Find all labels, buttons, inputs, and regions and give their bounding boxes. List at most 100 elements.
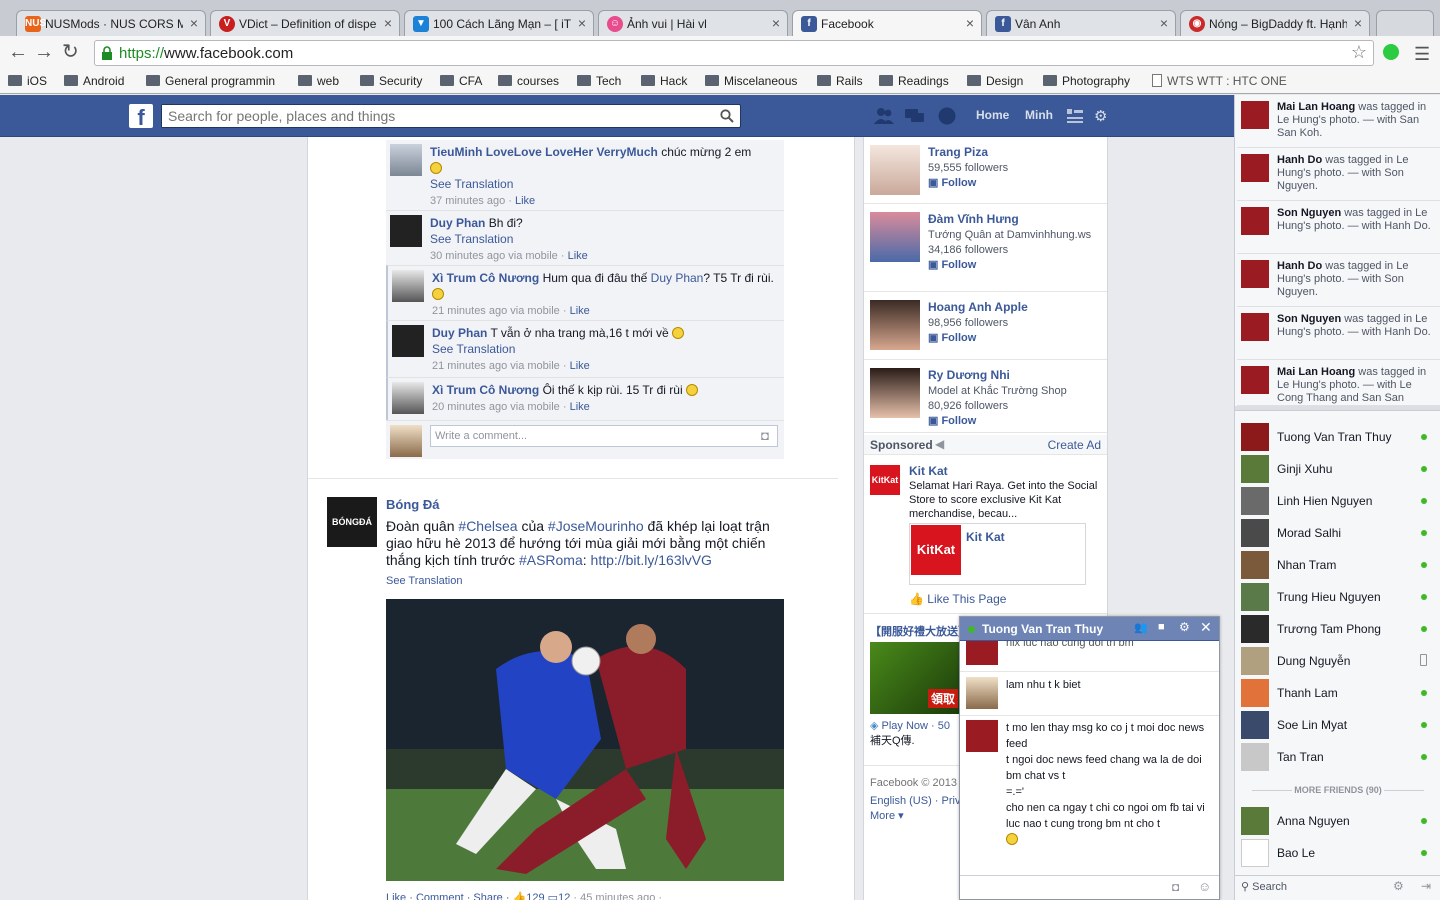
browser-tab[interactable]: V VDict – Definition of dispe ×: [210, 10, 400, 36]
close-icon[interactable]: ×: [190, 15, 198, 31]
follow-button[interactable]: ▣ Follow: [928, 332, 976, 344]
friend-row[interactable]: Tan Tran: [1237, 741, 1437, 773]
profile-photo[interactable]: [870, 300, 920, 350]
avatar[interactable]: [392, 270, 424, 302]
close-icon[interactable]: ×: [384, 15, 392, 31]
bookmark-folder[interactable]: Tech: [577, 74, 621, 88]
close-icon[interactable]: ×: [578, 15, 586, 31]
comment-author[interactable]: Duy Phan: [430, 216, 485, 230]
follow-button[interactable]: ▣ Follow: [928, 259, 976, 271]
messages-icon[interactable]: [905, 107, 925, 125]
video-call-icon[interactable]: ■: [1158, 621, 1165, 633]
language-link[interactable]: English (US) · Priv: [870, 795, 960, 807]
comment-input[interactable]: Write a comment... ◘: [430, 425, 778, 447]
friend-row[interactable]: Trương Tam Phong: [1237, 613, 1437, 645]
browser-tab[interactable]: NUS NUSMods · NUS CORS Mod ×: [16, 10, 206, 36]
gear-icon[interactable]: ⚙: [1393, 879, 1404, 893]
ad2-title[interactable]: 【開服好禮大放送】: [870, 623, 969, 639]
avatar[interactable]: [390, 215, 422, 247]
page-avatar[interactable]: BÓNGĐÁ: [327, 497, 377, 547]
like-link[interactable]: Like: [570, 360, 590, 372]
privacy-shortcuts-icon[interactable]: [1067, 109, 1083, 123]
address-bar[interactable]: https://www.facebook.com ☆: [94, 40, 1374, 66]
ad-page-card[interactable]: KitKat Kit Kat: [909, 523, 1086, 585]
bookmark-folder[interactable]: Rails: [817, 74, 863, 88]
ticker-story[interactable]: Son Nguyen was tagged in Le Hung's photo…: [1237, 307, 1440, 360]
suggestion-name[interactable]: Hoang Anh Apple: [928, 300, 1028, 314]
bookmark-folder[interactable]: Miscelaneous: [705, 74, 797, 88]
kitkat-logo-icon[interactable]: KitKat: [870, 465, 900, 495]
camera-icon[interactable]: ◘: [761, 428, 769, 443]
bookmark-folder[interactable]: web: [298, 74, 339, 88]
profile-photo[interactable]: [870, 368, 920, 418]
ad-title[interactable]: Kit Kat: [909, 464, 948, 478]
ticker-story[interactable]: Son Nguyen was tagged in Le Hung's photo…: [1237, 201, 1440, 254]
back-arrow-icon[interactable]: ←: [8, 42, 28, 62]
hashtag-link[interactable]: #JoseMourinho: [548, 518, 644, 534]
new-tab-button[interactable]: [1376, 10, 1434, 36]
chat-header[interactable]: Tuong Van Tran Thuy 👥 ■ ⚙ ✕: [960, 617, 1219, 641]
close-icon[interactable]: ×: [1160, 15, 1168, 31]
comment-count[interactable]: 12: [558, 892, 570, 900]
see-translation-link[interactable]: See Translation: [430, 177, 513, 191]
profile-link[interactable]: Minh: [1025, 108, 1053, 122]
bookmark-folder[interactable]: Photography: [1043, 74, 1130, 88]
hashtag-link[interactable]: #Chelsea: [458, 518, 517, 534]
comment-author[interactable]: Duy Phan: [432, 326, 487, 340]
close-icon[interactable]: ×: [1354, 15, 1362, 31]
friend-row[interactable]: Linh Hien Nguyen: [1237, 485, 1437, 517]
see-translation-link[interactable]: See Translation: [386, 575, 462, 587]
search-input[interactable]: [162, 105, 702, 127]
close-icon[interactable]: ×: [772, 15, 780, 31]
bookmark-folder[interactable]: iOS: [8, 74, 47, 88]
hide-sidebar-icon[interactable]: ⇥: [1421, 879, 1431, 893]
camera-icon[interactable]: ◘: [1172, 880, 1179, 894]
bookmark-folder[interactable]: courses: [498, 74, 559, 88]
chat-title[interactable]: Tuong Van Tran Thuy: [982, 622, 1103, 636]
menu-icon[interactable]: ☰: [1414, 44, 1430, 65]
friend-row[interactable]: Dung Nguyễn: [1237, 645, 1437, 677]
profile-photo[interactable]: [870, 212, 920, 262]
extension-icon[interactable]: [1383, 44, 1399, 60]
gear-icon[interactable]: ⚙: [1179, 620, 1190, 634]
ticker-story[interactable]: Mai Lan Hoang was tagged in Le Hung's ph…: [1237, 360, 1440, 406]
friend-row[interactable]: Trung Hieu Nguyen: [1237, 581, 1437, 613]
browser-tab-active[interactable]: f Facebook ×: [792, 10, 982, 37]
comment-author[interactable]: TieuMinh LoveLove LoveHer VerryMuch: [430, 145, 658, 159]
avatar[interactable]: [392, 325, 424, 357]
post-author[interactable]: Bóng Đá: [386, 497, 439, 512]
hashtag-link[interactable]: #ASRoma: [519, 552, 583, 568]
more-link[interactable]: More ▾: [870, 809, 904, 822]
close-icon[interactable]: ✕: [1200, 619, 1212, 636]
friend-row[interactable]: Soe Lin Myat: [1237, 709, 1437, 741]
like-page-link[interactable]: 👍 Like This Page: [909, 592, 1006, 606]
bookmark-folder[interactable]: General programmin: [146, 74, 275, 88]
browser-tab[interactable]: ☺ Ảnh vui | Hài vl ×: [598, 10, 788, 36]
browser-tab[interactable]: f Vân Anh ×: [986, 10, 1176, 36]
browser-tab[interactable]: ◉ Nóng – BigDaddy ft. Hạnh ×: [1180, 10, 1370, 36]
follow-button[interactable]: ▣ Follow: [928, 415, 976, 427]
friend-row[interactable]: Thanh Lam: [1237, 677, 1437, 709]
suggestion-name[interactable]: Ry Dương Nhi: [928, 368, 1010, 382]
friend-row[interactable]: Tuong Van Tran Thuy: [1237, 421, 1437, 453]
post-photo[interactable]: [386, 599, 784, 881]
friend-row[interactable]: Nhan Tram: [1237, 549, 1437, 581]
forward-arrow-icon[interactable]: →: [34, 42, 54, 62]
bookmark-folder[interactable]: Readings: [879, 74, 949, 88]
facebook-logo-icon[interactable]: f: [129, 104, 153, 130]
bookmark-folder[interactable]: Hack: [641, 74, 687, 88]
ticker-story[interactable]: Hanh Do was tagged in Le Hung's photo. —…: [1237, 148, 1440, 201]
browser-tab[interactable]: ▼ 100 Cách Lãng Mạn – [ iT ] ×: [404, 10, 594, 36]
bookmark-page[interactable]: WTS WTT : HTC ONE: [1152, 74, 1287, 88]
reload-icon[interactable]: ↻: [62, 42, 79, 62]
create-ad-link[interactable]: Create Ad: [1048, 438, 1101, 452]
search-icon[interactable]: [720, 109, 734, 123]
suggestion-name[interactable]: Trang Piza: [928, 145, 988, 159]
friend-row[interactable]: Ginji Xuhu: [1237, 453, 1437, 485]
profile-photo[interactable]: [870, 145, 920, 195]
like-link[interactable]: Like: [568, 250, 588, 262]
gear-icon[interactable]: ⚙: [1094, 107, 1107, 125]
mention-link[interactable]: Duy Phan: [651, 271, 704, 285]
see-translation-link[interactable]: See Translation: [430, 232, 513, 246]
bookmark-folder[interactable]: Design: [967, 74, 1023, 88]
